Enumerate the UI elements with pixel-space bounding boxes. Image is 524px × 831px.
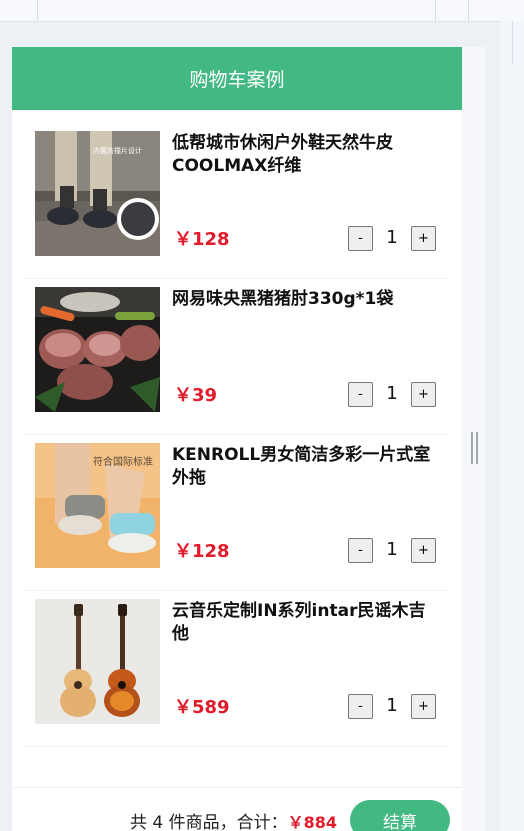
item-name: 网易味央黑猪猪肘330g*1袋	[172, 289, 394, 309]
cart-item: 网易味央黑猪猪肘330g*1袋 ￥39 - 1 +	[24, 278, 450, 435]
cart-header: 购物车案例	[12, 47, 462, 110]
strip-divider	[468, 0, 469, 21]
gutter-line	[512, 21, 513, 65]
strip-divider	[435, 0, 436, 21]
quantity-value: 1	[386, 539, 398, 560]
increase-button[interactable]: +	[411, 538, 436, 563]
cart-panel: 购物车案例 内置防撞片设计 低帮城市休闲户外鞋天然牛皮COOLMAX纤维 ￥12…	[12, 47, 462, 831]
svg-text:内置防撞片设计: 内置防撞片设计	[93, 146, 142, 155]
strip-divider	[37, 0, 38, 21]
item-name: KENROLL男女简洁多彩一片式室外拖	[172, 445, 431, 488]
item-name: 低帮城市休闲户外鞋天然牛皮COOLMAX纤维	[172, 133, 393, 176]
total-price: ￥884	[287, 813, 337, 831]
summary-label: 共 4 件商品，合计：	[129, 813, 288, 831]
cart-item: 符合国际标准 KENROLL男女简洁多彩一片式室外拖 ￥128 - 1 +	[24, 434, 450, 591]
cart-summary: 共 4 件商品，合计：￥884	[130, 808, 337, 831]
right-gutter	[500, 21, 524, 831]
guitars-image	[35, 599, 160, 724]
pork-image	[35, 287, 160, 412]
quantity-stepper: - 1 +	[348, 226, 440, 252]
cart-footer: 共 4 件商品，合计：￥884 结算	[12, 787, 462, 831]
slippers-image: 符合国际标准	[35, 443, 160, 568]
decrease-button[interactable]: -	[348, 382, 373, 407]
item-price: ￥128	[174, 229, 230, 250]
increase-button[interactable]: +	[411, 694, 436, 719]
quantity-value: 1	[386, 695, 398, 716]
shoes-image: 内置防撞片设计	[35, 131, 160, 256]
quantity-value: 1	[386, 227, 398, 248]
quantity-stepper: - 1 +	[348, 538, 440, 564]
svg-text:符合国际标准: 符合国际标准	[93, 455, 153, 468]
item-name: 云音乐定制IN系列intar民谣木吉他	[172, 601, 426, 644]
decrease-button[interactable]: -	[348, 226, 373, 251]
item-price: ￥39	[174, 385, 218, 406]
checkout-button[interactable]: 结算	[350, 800, 450, 831]
increase-button[interactable]: +	[411, 382, 436, 407]
decrease-button[interactable]: -	[348, 538, 373, 563]
increase-button[interactable]: +	[411, 226, 436, 251]
quantity-stepper: - 1 +	[348, 694, 440, 720]
cart-item: 内置防撞片设计 低帮城市休闲户外鞋天然牛皮COOLMAX纤维 ￥128 - 1 …	[24, 122, 450, 279]
item-price: ￥128	[174, 541, 230, 562]
decrease-button[interactable]: -	[348, 694, 373, 719]
resize-handle[interactable]	[471, 432, 478, 464]
cart-item: 云音乐定制IN系列intar民谣木吉他 ￥589 - 1 +	[24, 590, 450, 747]
item-price: ￥589	[174, 697, 230, 718]
quantity-value: 1	[386, 383, 398, 404]
quantity-stepper: - 1 +	[348, 382, 440, 408]
page-title: 购物车案例	[189, 69, 285, 91]
browser-top-strip	[0, 0, 524, 22]
